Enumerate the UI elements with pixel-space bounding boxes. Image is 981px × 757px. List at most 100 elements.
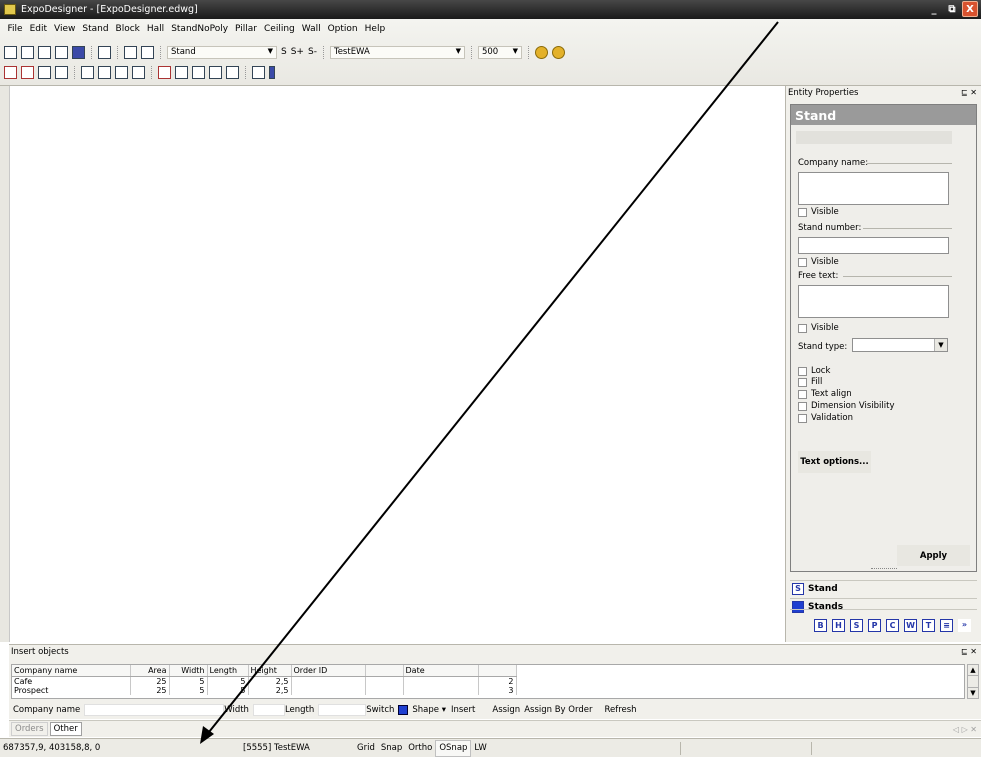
col-date[interactable]: Date <box>403 665 479 677</box>
ceiling-nav-icon[interactable]: C <box>886 618 899 632</box>
company-name-input[interactable] <box>84 703 225 716</box>
apply-button[interactable]: Apply <box>897 545 970 566</box>
highlight-icon[interactable] <box>534 45 548 59</box>
z-order-icon[interactable] <box>81 65 94 79</box>
table-row[interactable]: Cafe 25 5 5 2,5 2 <box>12 676 517 686</box>
insert-button[interactable]: Insert <box>451 705 475 715</box>
delete-icon[interactable] <box>158 65 171 79</box>
ortho-toggle[interactable]: Ortho <box>405 740 435 757</box>
explode-icon[interactable] <box>192 65 205 79</box>
switch-button[interactable]: Switch <box>366 705 394 715</box>
tab-nav-icons[interactable]: ◁ ▷ ✕ <box>953 725 977 734</box>
company-name-field[interactable] <box>798 172 949 205</box>
menu-edit[interactable]: Edit <box>26 24 50 34</box>
layout-icon[interactable] <box>124 45 137 59</box>
validation-checkbox[interactable]: Validation <box>798 413 853 423</box>
stand-combo[interactable]: Stand ▼ <box>167 45 277 59</box>
snap-toggle[interactable]: Snap <box>378 740 405 757</box>
close-button[interactable]: X <box>962 1 978 17</box>
col-area[interactable]: Area <box>130 665 170 677</box>
bring-forward-icon[interactable] <box>115 65 128 79</box>
table-row[interactable]: Prospect 25 5 5 2,5 3 <box>12 685 517 695</box>
pin-close-icons[interactable]: ⊑ ✕ <box>961 647 977 656</box>
bring-front-icon[interactable] <box>98 65 111 79</box>
hall-nav-icon[interactable]: H <box>832 618 845 632</box>
stand-number-field[interactable] <box>798 237 949 254</box>
stand-s-minus-button[interactable]: S- <box>308 47 317 57</box>
menu-pillar[interactable]: Pillar <box>232 24 261 34</box>
standnopoly-nav-icon[interactable]: S <box>850 618 863 632</box>
lw-toggle[interactable]: LW <box>471 740 489 757</box>
free-text-field[interactable] <box>798 285 949 318</box>
col-height[interactable]: Height <box>248 665 292 677</box>
tab-other[interactable]: Other <box>49 722 82 736</box>
dimension-visibility-checkbox[interactable]: Dimension Visibility <box>798 401 895 411</box>
length-input[interactable] <box>318 703 367 716</box>
layout-split-icon[interactable] <box>141 45 154 59</box>
number-visible-checkbox[interactable]: Visible <box>798 257 839 267</box>
overflow-icon[interactable]: » <box>958 618 971 632</box>
menu-block[interactable]: Block <box>112 24 143 34</box>
pillar-nav-icon[interactable]: P <box>868 618 881 632</box>
array-icon[interactable] <box>252 65 265 79</box>
col-company-name[interactable]: Company name <box>12 665 131 677</box>
refresh-button[interactable]: Refresh <box>604 705 636 715</box>
restore-button[interactable]: ⧉ <box>944 1 960 17</box>
text-align-checkbox[interactable]: Text align <box>798 389 852 399</box>
import-icon[interactable] <box>21 45 34 59</box>
width-input[interactable] <box>252 703 285 716</box>
text-visible-checkbox[interactable]: Visible <box>798 323 839 333</box>
menu-view[interactable]: View <box>51 24 79 34</box>
wall-nav-icon[interactable]: W <box>904 618 917 632</box>
col-blank[interactable] <box>365 665 404 677</box>
stand-s-button[interactable]: S <box>281 47 287 57</box>
menu-wall[interactable]: Wall <box>298 24 324 34</box>
new-file-icon[interactable] <box>4 45 17 59</box>
menu-file[interactable]: File <box>4 24 26 34</box>
col-length[interactable]: Length <box>207 665 249 677</box>
osnap-toggle[interactable]: OSnap <box>435 739 472 757</box>
table-scrollbar[interactable]: ▲ ▼ <box>967 664 979 699</box>
assign-button[interactable]: Assign <box>492 705 520 715</box>
col-order-id[interactable]: Order ID <box>291 665 366 677</box>
resize-grip[interactable] <box>871 568 897 570</box>
rotate-icon[interactable] <box>209 65 222 79</box>
nav-stand[interactable]: S Stand <box>790 580 977 597</box>
pin-close-icons[interactable]: ⊑ ✕ <box>961 88 977 97</box>
assign-by-order-button[interactable]: Assign By Order <box>524 705 592 715</box>
text-icon[interactable] <box>55 65 68 79</box>
text-options-button[interactable]: Text options... <box>798 451 871 473</box>
minimize-button[interactable]: _ <box>926 1 942 17</box>
mirror-icon[interactable] <box>175 65 188 79</box>
stand-type-select[interactable]: ▼ <box>852 338 948 352</box>
lock-checkbox[interactable]: Lock <box>798 366 830 376</box>
layer-combo[interactable]: TestEWA ▼ <box>329 45 465 59</box>
scroll-up-icon[interactable]: ▲ <box>968 665 978 676</box>
text-bold-icon[interactable] <box>38 65 51 79</box>
insert-point-icon[interactable] <box>21 65 34 79</box>
fill-checkbox[interactable]: Fill <box>798 377 822 387</box>
company-visible-checkbox[interactable]: Visible <box>798 207 839 217</box>
insert-pillar-icon[interactable] <box>4 65 17 79</box>
menu-option[interactable]: Option <box>324 24 361 34</box>
shape-dropdown[interactable]: Shape ▾ <box>412 705 446 715</box>
menu-hall[interactable]: Hall <box>143 24 167 34</box>
stand-s-plus-button[interactable]: S+ <box>291 47 304 57</box>
col-extra[interactable] <box>478 665 517 677</box>
menu-standnopoly[interactable]: StandNoPoly <box>168 24 232 34</box>
properties-nav-icon[interactable]: ≡ <box>940 618 953 632</box>
tab-orders[interactable]: Orders <box>11 722 48 736</box>
menu-ceiling[interactable]: Ceiling <box>261 24 299 34</box>
lightbulb-icon[interactable] <box>551 45 565 59</box>
block-icon[interactable] <box>72 45 85 59</box>
block-nav-icon[interactable]: B <box>814 618 827 632</box>
menu-stand[interactable]: Stand <box>79 24 112 34</box>
scroll-down-icon[interactable]: ▼ <box>968 687 978 698</box>
zoom-combo[interactable]: 500 ▼ <box>477 45 522 59</box>
copy-icon[interactable] <box>226 65 239 79</box>
color-swatch[interactable] <box>398 704 409 715</box>
grid-toggle[interactable]: Grid <box>354 740 378 757</box>
properties-icon[interactable] <box>38 45 51 59</box>
col-width[interactable]: Width <box>169 665 208 677</box>
menu-help[interactable]: Help <box>361 24 389 34</box>
